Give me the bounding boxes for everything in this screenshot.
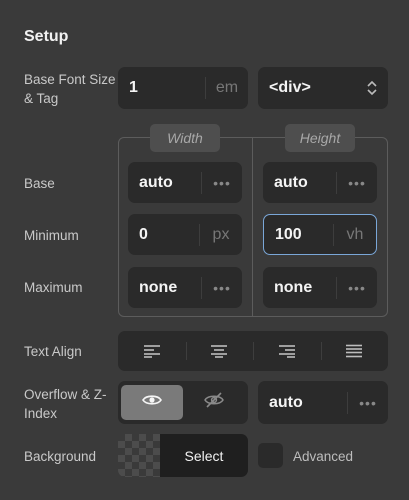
base-font-unit[interactable]: em <box>206 79 248 97</box>
more-options-icon[interactable]: ••• <box>337 280 377 296</box>
min-width-unit[interactable]: px <box>200 226 242 244</box>
more-options-icon[interactable]: ••• <box>348 395 388 411</box>
overflow-hidden-option[interactable] <box>183 385 245 420</box>
max-width-value[interactable]: none <box>128 279 201 297</box>
base-font-size-value[interactable]: 1 <box>118 79 205 97</box>
maximum-row-label: Maximum <box>24 280 83 295</box>
width-header: Width <box>150 124 220 152</box>
base-font-size-field[interactable]: 1 em <box>118 67 248 109</box>
overflow-label: Overflow & Z-Index <box>24 387 107 421</box>
align-center-icon[interactable] <box>185 331 254 371</box>
text-align-label: Text Align <box>24 344 82 359</box>
min-height-value[interactable]: 100 <box>264 226 333 244</box>
transparent-swatch[interactable] <box>118 434 160 477</box>
max-height-field[interactable]: none ••• <box>263 267 377 308</box>
background-label: Background <box>24 449 97 464</box>
min-height-unit[interactable]: vh <box>334 226 376 244</box>
max-height-value[interactable]: none <box>263 279 336 297</box>
base-width-field[interactable]: auto ••• <box>128 162 242 203</box>
advanced-label: Advanced <box>293 449 354 464</box>
z-index-value[interactable]: auto <box>258 394 347 412</box>
base-width-value[interactable]: auto <box>128 174 201 192</box>
tag-select[interactable]: <div> <box>258 67 388 109</box>
overflow-toggle <box>118 381 248 424</box>
section-title: Setup <box>24 28 69 45</box>
background-select-button[interactable]: Select <box>160 434 248 477</box>
overflow-visible-option[interactable] <box>121 385 183 420</box>
base-height-field[interactable]: auto ••• <box>263 162 377 203</box>
dimensions-divider <box>252 137 253 317</box>
minimum-row-label: Minimum <box>24 228 79 243</box>
eye-icon <box>142 393 162 412</box>
min-width-field[interactable]: 0 px <box>128 214 242 255</box>
eye-off-icon <box>204 392 224 413</box>
text-align-group <box>118 331 388 371</box>
align-justify-icon[interactable] <box>320 331 389 371</box>
base-font-label: Base Font Size & Tag <box>24 72 116 106</box>
min-width-value[interactable]: 0 <box>128 226 199 244</box>
min-height-field[interactable]: 100 vh <box>263 214 377 255</box>
height-header: Height <box>285 124 355 152</box>
more-options-icon[interactable]: ••• <box>202 175 242 191</box>
align-left-icon[interactable] <box>118 331 186 371</box>
more-options-icon[interactable]: ••• <box>337 175 377 191</box>
more-options-icon[interactable]: ••• <box>202 280 242 296</box>
tag-select-value: <div> <box>269 79 311 96</box>
align-right-icon[interactable] <box>253 331 321 371</box>
max-width-field[interactable]: none ••• <box>128 267 242 308</box>
z-index-field[interactable]: auto ••• <box>258 381 388 424</box>
advanced-checkbox[interactable] <box>258 443 283 468</box>
base-height-value[interactable]: auto <box>263 174 336 192</box>
base-row-label: Base <box>24 176 55 191</box>
select-arrows-icon <box>356 80 388 96</box>
